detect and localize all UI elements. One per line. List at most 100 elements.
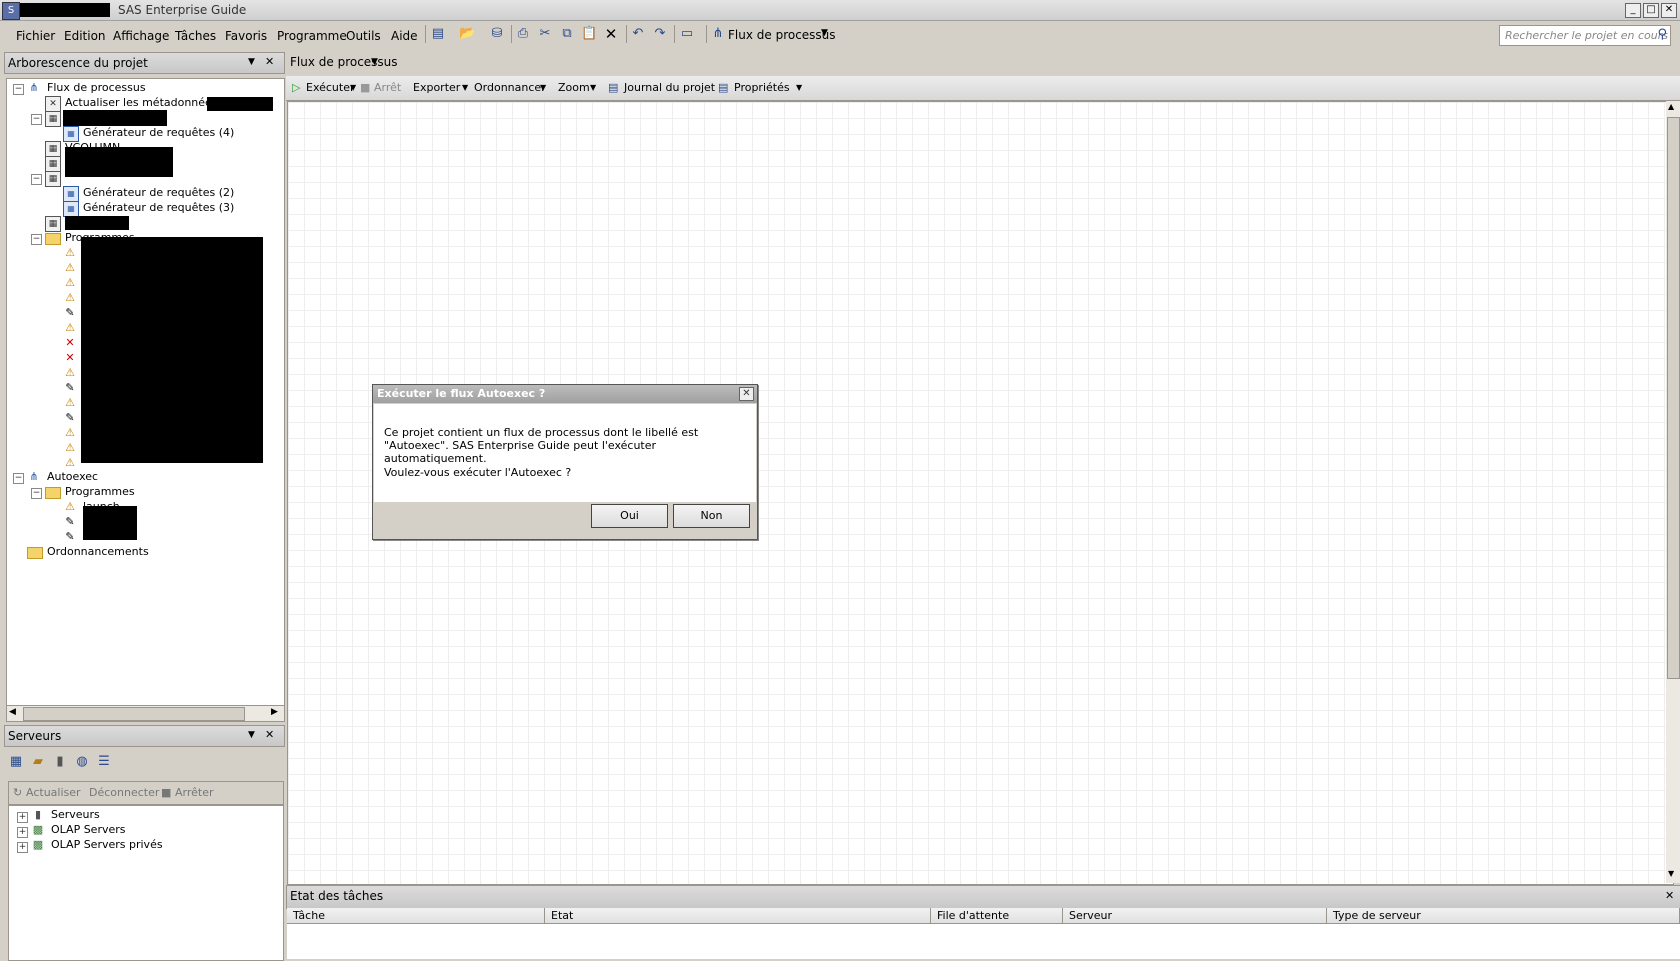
paste-icon[interactable]: 📋 bbox=[581, 26, 597, 42]
app-icon[interactable]: S bbox=[2, 2, 20, 20]
redacted-text bbox=[65, 216, 129, 230]
properties-button[interactable]: Propriétés bbox=[734, 81, 790, 94]
menu-bar: Fichier Edition Affichage Tâches Favoris… bbox=[0, 21, 1680, 49]
tab-process-flow[interactable]: Flux de processus bbox=[290, 55, 398, 69]
chevron-down-icon[interactable]: ▼ bbox=[371, 57, 378, 67]
scroll-left-icon[interactable]: ◀ bbox=[9, 707, 16, 717]
list-icon[interactable]: ☰ bbox=[96, 754, 112, 770]
new-icon[interactable]: ▤ bbox=[430, 26, 446, 42]
delete-icon[interactable]: ✕ bbox=[603, 26, 619, 42]
collapse-icon[interactable]: − bbox=[31, 114, 42, 125]
chevron-down-icon[interactable]: ▼ bbox=[821, 28, 828, 38]
column-header-server[interactable]: Serveur bbox=[1063, 908, 1327, 924]
query-builder-icon: ▦ bbox=[63, 186, 79, 202]
close-icon[interactable]: ✕ bbox=[265, 55, 274, 68]
window-layout-icon[interactable]: ▭ bbox=[679, 26, 695, 42]
search-icon[interactable]: ⚲ bbox=[1657, 27, 1667, 42]
expand-icon[interactable]: + bbox=[17, 827, 28, 838]
no-button[interactable]: Non bbox=[673, 504, 750, 528]
search-input[interactable]: Rechercher le projet en cours ⚲ bbox=[1499, 25, 1671, 46]
globe-icon[interactable]: ◍ bbox=[74, 754, 90, 770]
schedule-button[interactable]: Ordonnancer bbox=[474, 81, 546, 94]
program-icon: ✎ bbox=[65, 306, 75, 319]
tree-item-olap-servers[interactable]: OLAP Servers bbox=[51, 822, 126, 838]
menu-edition[interactable]: Edition bbox=[64, 29, 106, 43]
scroll-thumb[interactable] bbox=[23, 707, 245, 721]
warning-icon: ⚠ bbox=[65, 396, 75, 409]
run-button[interactable]: Exécuter bbox=[306, 81, 355, 94]
scroll-up-icon[interactable]: ▲ bbox=[1668, 102, 1674, 111]
redo-icon[interactable]: ↷ bbox=[652, 26, 668, 42]
minimize-button[interactable]: _ bbox=[1625, 3, 1641, 18]
project-log-button[interactable]: Journal du projet bbox=[624, 81, 715, 94]
expand-icon[interactable]: + bbox=[17, 842, 28, 853]
disconnect-button[interactable]: Déconnecter bbox=[89, 786, 159, 799]
horizontal-scrollbar[interactable]: ◀ ▶ bbox=[7, 705, 284, 721]
menu-affichage[interactable]: Affichage bbox=[113, 29, 169, 43]
project-panel-header: Arborescence du projet ▼ ✕ bbox=[4, 52, 285, 74]
tree-item-query-builder-2[interactable]: Générateur de requêtes (2) bbox=[83, 185, 234, 201]
print-icon[interactable]: ⎙ bbox=[515, 26, 531, 42]
chevron-down-icon[interactable]: ▼ bbox=[540, 83, 546, 92]
tree-item-schedules[interactable]: Ordonnancements bbox=[47, 544, 149, 560]
table-icon: ▦ bbox=[45, 141, 61, 157]
menu-outils[interactable]: Outils bbox=[346, 29, 381, 43]
stop-button[interactable]: Arrêter bbox=[175, 786, 214, 799]
tree-item-query-builder-3[interactable]: Générateur de requêtes (3) bbox=[83, 200, 234, 216]
column-header-state[interactable]: Etat bbox=[545, 908, 931, 924]
collapse-icon[interactable]: − bbox=[31, 234, 42, 245]
tree-item-autoexec[interactable]: Autoexec bbox=[47, 469, 98, 485]
stop-button[interactable]: Arrêt bbox=[374, 81, 401, 94]
scroll-right-icon[interactable]: ▶ bbox=[271, 707, 278, 717]
tree-item-process-flow[interactable]: Flux de processus bbox=[47, 80, 146, 96]
scroll-down-icon[interactable]: ▼ bbox=[1668, 869, 1674, 878]
chevron-down-icon[interactable]: ▼ bbox=[462, 83, 468, 92]
menu-favoris[interactable]: Favoris bbox=[225, 29, 267, 43]
menu-aide[interactable]: Aide bbox=[391, 29, 418, 43]
scroll-thumb[interactable] bbox=[1667, 117, 1680, 679]
chevron-down-icon[interactable]: ▼ bbox=[796, 83, 802, 92]
chevron-down-icon[interactable]: ▼ bbox=[350, 83, 356, 92]
menu-programme[interactable]: Programme bbox=[277, 29, 347, 43]
server-icon[interactable]: ▮ bbox=[52, 754, 68, 770]
close-window-button[interactable]: ✕ bbox=[1661, 3, 1677, 18]
expand-icon[interactable]: + bbox=[17, 812, 28, 823]
menu-fichier[interactable]: Fichier bbox=[16, 29, 55, 43]
process-flow-icon[interactable]: ⋔ bbox=[710, 26, 726, 42]
tree-item-olap-private[interactable]: OLAP Servers privés bbox=[51, 837, 163, 853]
collapse-icon[interactable]: − bbox=[13, 84, 24, 95]
tree-item-servers[interactable]: Serveurs bbox=[51, 807, 100, 823]
close-icon[interactable]: ✕ bbox=[265, 728, 274, 741]
menu-taches[interactable]: Tâches bbox=[175, 29, 216, 43]
column-header-task[interactable]: Tâche bbox=[287, 908, 545, 924]
refresh-button[interactable]: Actualiser bbox=[26, 786, 81, 799]
database-icon[interactable]: ⛁ bbox=[489, 26, 505, 42]
tree-item-query-builder-4[interactable]: Générateur de requêtes (4) bbox=[83, 125, 234, 141]
copy-icon[interactable]: ⧉ bbox=[559, 26, 575, 42]
toolbar-separator bbox=[626, 25, 627, 43]
process-flow-dropdown[interactable]: Flux de processus bbox=[728, 28, 836, 42]
export-button[interactable]: Exporter bbox=[413, 81, 460, 94]
close-icon[interactable]: ✕ bbox=[1665, 889, 1674, 902]
collapse-icon[interactable]: − bbox=[31, 488, 42, 499]
folder-icon[interactable]: ▰ bbox=[30, 754, 46, 770]
server-connect-icon[interactable]: ▦ bbox=[8, 754, 24, 770]
error-program-icon: ✕ bbox=[65, 336, 75, 349]
collapse-icon[interactable]: − bbox=[31, 174, 42, 185]
vertical-scrollbar[interactable]: ▲ ▼ bbox=[1666, 101, 1680, 883]
undo-icon[interactable]: ↶ bbox=[630, 26, 646, 42]
yes-button[interactable]: Oui bbox=[591, 504, 668, 528]
maximize-button[interactable]: □ bbox=[1643, 3, 1659, 18]
close-icon[interactable]: ✕ bbox=[739, 387, 754, 401]
tree-item-autoexec-programs[interactable]: Programmes bbox=[65, 484, 135, 500]
cut-icon[interactable]: ✂ bbox=[537, 26, 553, 42]
column-header-queue[interactable]: File d'attente bbox=[931, 908, 1063, 924]
panel-menu-icon[interactable]: ▼ bbox=[248, 730, 255, 740]
panel-menu-icon[interactable]: ▼ bbox=[248, 57, 255, 67]
chevron-down-icon[interactable]: ▼ bbox=[590, 83, 596, 92]
zoom-button[interactable]: Zoom bbox=[558, 81, 590, 94]
open-icon[interactable]: 📂 bbox=[459, 26, 475, 42]
task-icon: ▦ bbox=[45, 171, 61, 187]
collapse-icon[interactable]: − bbox=[13, 473, 24, 484]
column-header-server-type[interactable]: Type de serveur bbox=[1327, 908, 1680, 924]
